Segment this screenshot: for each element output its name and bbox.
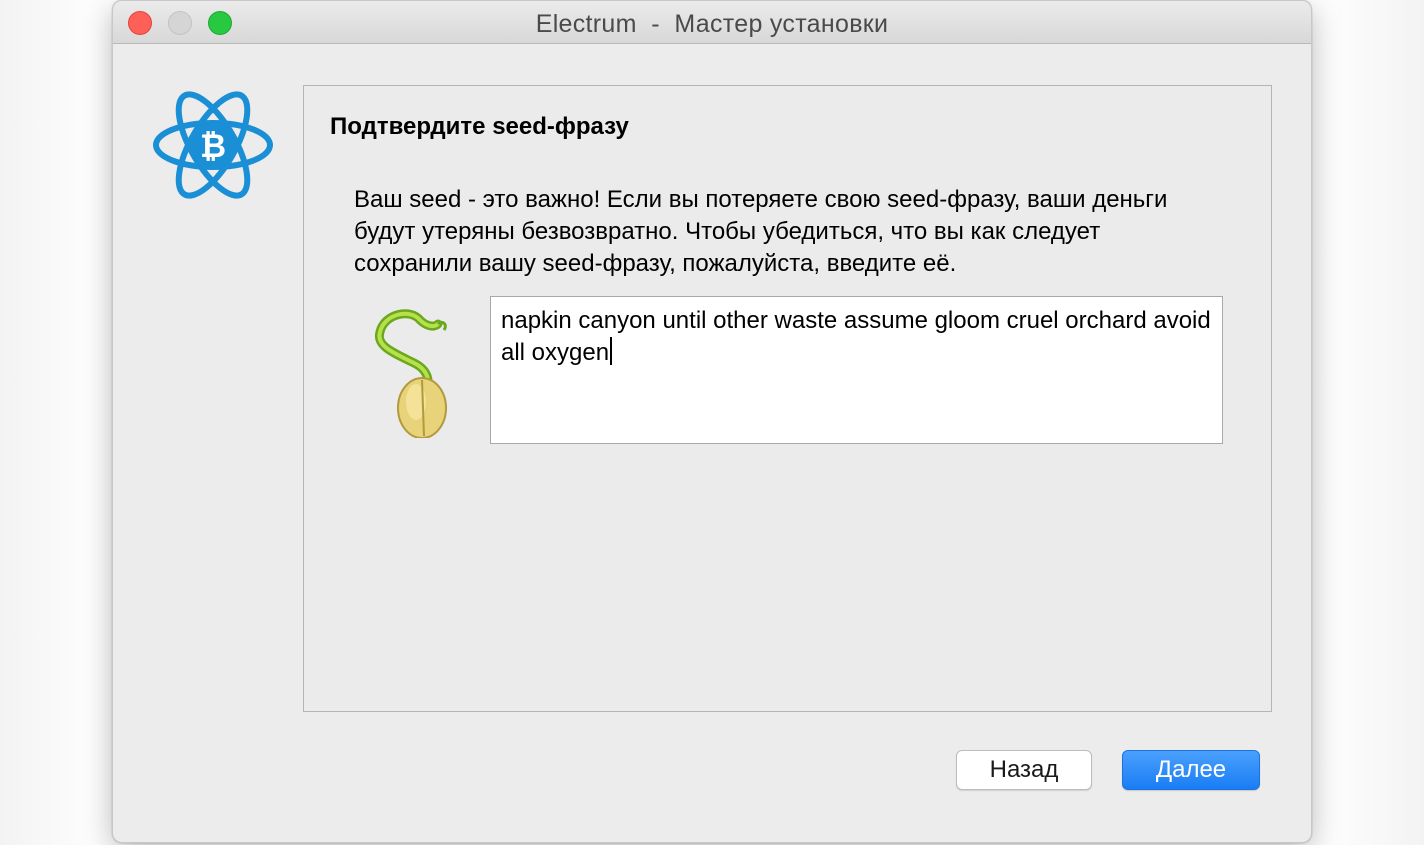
next-button[interactable]: Далее — [1122, 750, 1260, 790]
page-title: Подтвердите seed-фразу — [330, 113, 629, 140]
seed-warning-message: Ваш seed - это важно! Если вы потеряете … — [354, 186, 1168, 277]
seed-sprout-icon — [374, 309, 447, 438]
wizard-panel: Подтвердите seed-фразу Ваш seed - это ва… — [303, 85, 1272, 712]
title-bar[interactable]: Electrum - Мастер установки — [113, 1, 1311, 44]
window-title: Electrum - Мастер установки — [535, 10, 889, 38]
svg-text:₿: ₿ — [200, 127, 226, 165]
desktop: Electrum - Мастер установки ₿ Подтвердит… — [0, 0, 1424, 845]
text-caret — [610, 337, 613, 365]
seed-input-text: napkin canyon until other waste assume g… — [501, 307, 1211, 366]
electrum-logo-icon: ₿ — [153, 91, 273, 199]
seed-input[interactable]: napkin canyon until other waste assume g… — [490, 296, 1223, 444]
back-button[interactable]: Назад — [956, 750, 1092, 790]
installer-window: Electrum - Мастер установки ₿ Подтвердит… — [112, 0, 1312, 843]
